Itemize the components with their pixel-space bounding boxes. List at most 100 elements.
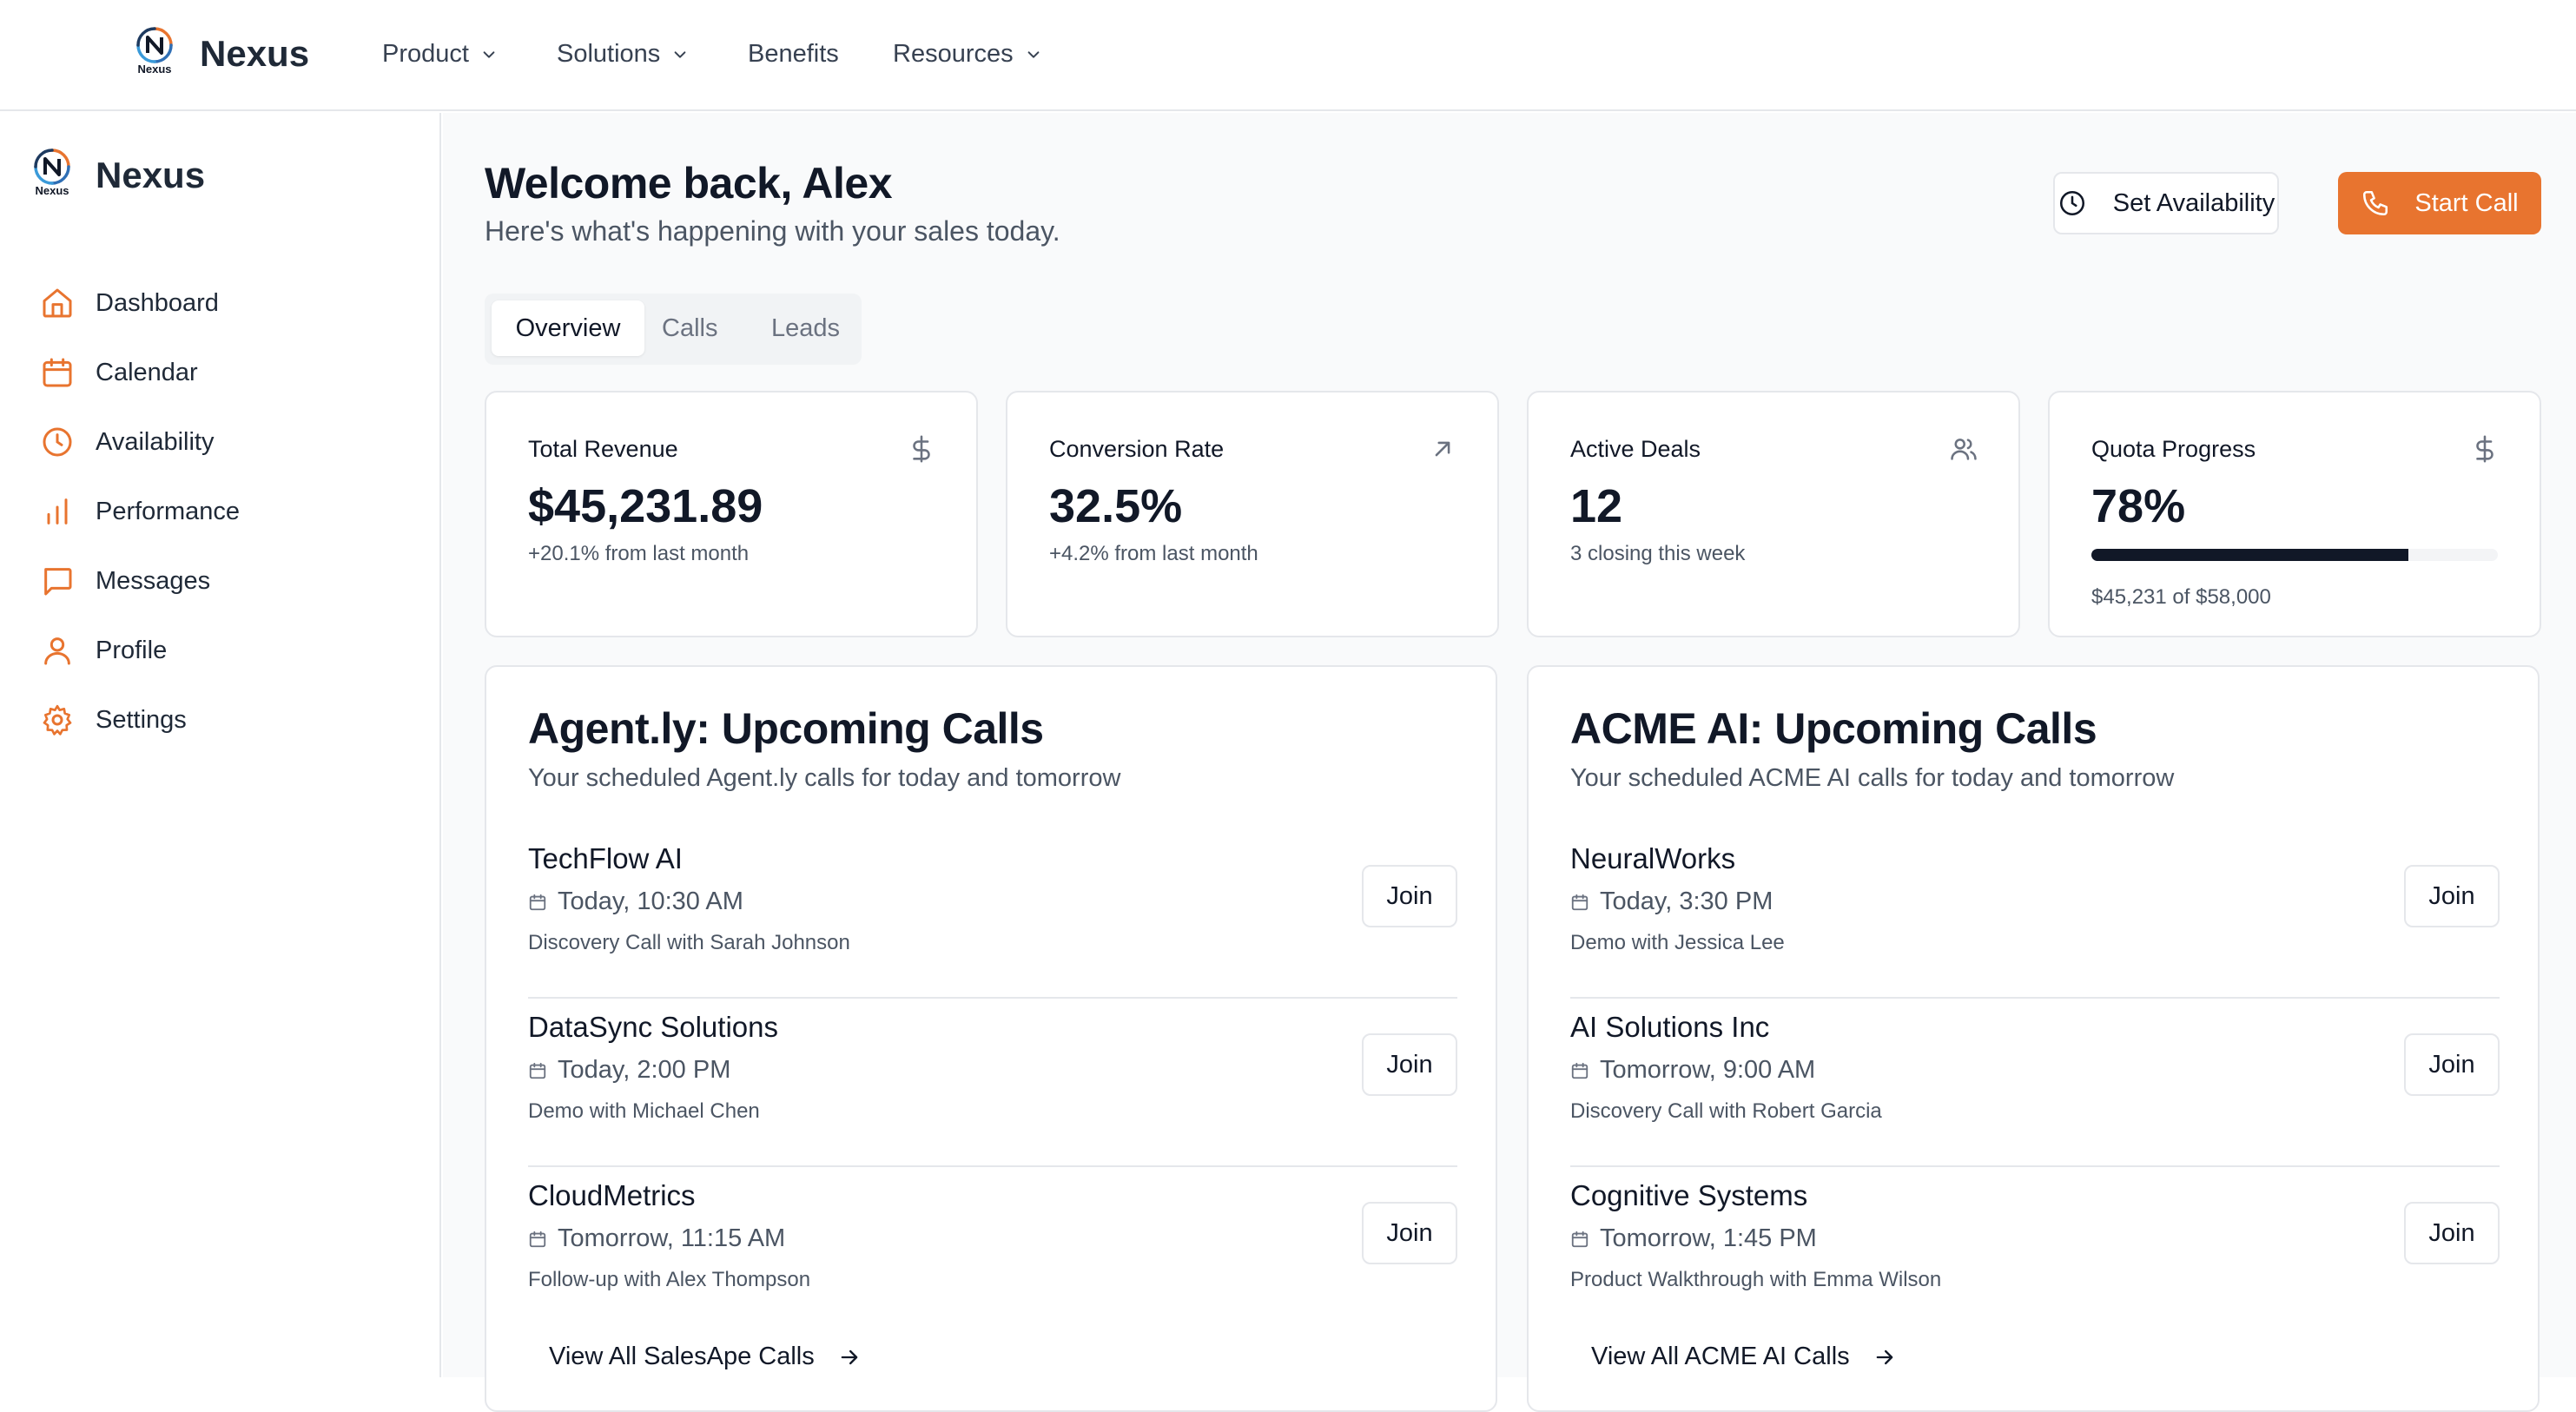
quota-progress-bar (2091, 549, 2498, 561)
brand-name[interactable]: Nexus (200, 33, 309, 75)
logo-text: Nexus (137, 63, 172, 76)
call-time-label: Today, 2:00 PM (558, 1056, 731, 1084)
calendar-icon (529, 1062, 546, 1079)
join-button[interactable]: Join (2404, 1033, 2500, 1096)
set-availability-label: Set Availability (2112, 188, 2275, 217)
join-button[interactable]: Join (1362, 1033, 1457, 1096)
start-call-button[interactable]: Start Call (2338, 172, 2541, 234)
clock-icon (2059, 190, 2084, 216)
dollar-icon (2476, 435, 2493, 463)
call-time-label: Today, 10:30 AM (558, 887, 743, 915)
call-description: Discovery Call with Sarah Johnson (528, 931, 850, 954)
calendar-icon (43, 358, 72, 387)
sidebar-item-label: Settings (96, 705, 187, 734)
nav-solutions[interactable]: Solutions (557, 40, 688, 69)
join-button[interactable]: Join (2404, 1202, 2500, 1264)
calendar-icon (1571, 894, 1589, 910)
agently-upcoming-calls-panel: Agent.ly: Upcoming Calls Your scheduled … (485, 665, 1497, 1412)
stat-card-active-deals: Active Deals 12 3 closing this week (1527, 391, 2020, 637)
call-company: TechFlow AI (528, 842, 683, 874)
nexus-logo[interactable]: Nexus (135, 26, 174, 76)
call-time: Today, 3:30 PM (1570, 887, 1773, 916)
stat-note: $45,231 of $58,000 (2091, 585, 2271, 609)
call-company: CloudMetrics (528, 1179, 696, 1211)
call-description: Follow-up with Alex Thompson (528, 1268, 811, 1291)
chevron-down-icon (1027, 50, 1040, 58)
nav-benefits-label: Benefits (748, 40, 839, 68)
stat-label: Total Revenue (528, 436, 678, 462)
sidebar-item-settings[interactable]: Settings (40, 698, 187, 742)
call-time: Today, 10:30 AM (528, 887, 743, 916)
call-item: NeuralWorks Today, 3:30 PM Demo with Jes… (1570, 830, 2500, 999)
set-availability-button[interactable]: Set Availability (2053, 172, 2279, 234)
stat-note: +20.1% from last month (528, 542, 750, 565)
call-item: DataSync Solutions Today, 2:00 PM Demo w… (528, 999, 1457, 1167)
gear-icon (43, 704, 72, 736)
join-button[interactable]: Join (1362, 865, 1457, 927)
stat-card-quota-progress: Quota Progress 78% $45,231 of $58,000 (2048, 391, 2541, 637)
nexus-logo-icon (34, 148, 70, 185)
stat-label: Quota Progress (2091, 436, 2256, 462)
sidebar-brand-name[interactable]: Nexus (96, 155, 205, 196)
panel-title: Agent.ly: Upcoming Calls (528, 704, 1044, 753)
tab-leads[interactable]: Leads (771, 300, 840, 356)
nav-benefits[interactable]: Benefits (748, 40, 839, 69)
call-time: Today, 2:00 PM (528, 1056, 730, 1085)
nav-resources[interactable]: Resources (893, 40, 1041, 69)
calendar-icon (1571, 1231, 1589, 1247)
calendar-icon (529, 1231, 546, 1247)
bar-chart-icon (47, 498, 68, 525)
call-description: Discovery Call with Robert Garcia (1570, 1099, 1882, 1123)
stat-label: Conversion Rate (1049, 436, 1225, 462)
join-button[interactable]: Join (2404, 865, 2500, 927)
sidebar-item-calendar[interactable]: Calendar (40, 351, 198, 394)
stat-note: +4.2% from last month (1049, 542, 1258, 565)
stat-value: 78% (2091, 480, 2186, 532)
arrow-right-icon (1876, 1349, 1892, 1364)
call-time: Tomorrow, 9:00 AM (1570, 1056, 1815, 1085)
stat-value: 32.5% (1049, 480, 1183, 532)
sidebar-item-dashboard[interactable]: Dashboard (40, 281, 219, 325)
view-all-salesape-calls-link[interactable]: View All SalesApe Calls (549, 1343, 862, 1371)
home-icon (43, 288, 72, 318)
calendar-icon (529, 894, 546, 910)
call-time-label: Tomorrow, 11:15 AM (558, 1224, 786, 1252)
sidebar-item-label: Messages (96, 566, 211, 595)
nav-product-label: Product (382, 40, 469, 68)
call-time-label: Tomorrow, 1:45 PM (1600, 1224, 1817, 1252)
tab-calls[interactable]: Calls (662, 300, 717, 356)
call-time: Tomorrow, 11:15 AM (528, 1224, 785, 1253)
panel-subtitle: Your scheduled Agent.ly calls for today … (528, 764, 1121, 792)
page-subtitle: Here's what's happening with your sales … (485, 215, 1060, 247)
nav-product[interactable]: Product (382, 40, 497, 69)
sidebar-item-availability[interactable]: Availability (40, 420, 214, 464)
join-button[interactable]: Join (1362, 1202, 1457, 1264)
stat-value: 12 (1570, 480, 1623, 532)
call-company: DataSync Solutions (528, 1011, 778, 1043)
sidebar-item-messages[interactable]: Messages (40, 559, 210, 603)
chevron-down-icon (674, 50, 686, 58)
message-icon (44, 568, 72, 596)
call-item: CloudMetrics Tomorrow, 11:15 AM Follow-u… (528, 1167, 1457, 1336)
tab-overview[interactable]: Overview (492, 300, 644, 356)
page-title: Welcome back, Alex (485, 159, 893, 208)
stat-label: Active Deals (1570, 436, 1701, 462)
dollar-icon (913, 435, 930, 463)
acme-ai-upcoming-calls-panel: ACME AI: Upcoming Calls Your scheduled A… (1527, 665, 2540, 1412)
user-icon (44, 637, 70, 665)
nexus-logo[interactable]: Nexus (33, 148, 71, 197)
sidebar-item-label: Profile (96, 636, 168, 664)
sidebar-item-profile[interactable]: Profile (40, 629, 167, 672)
view-all-acme-ai-calls-link[interactable]: View All ACME AI Calls (1591, 1343, 1897, 1371)
view-all-label: View All ACME AI Calls (1591, 1343, 1850, 1370)
stat-card-total-revenue: Total Revenue $45,231.89 +20.1% from las… (485, 391, 978, 637)
call-item: AI Solutions Inc Tomorrow, 9:00 AM Disco… (1570, 999, 2500, 1167)
sidebar-item-performance[interactable]: Performance (40, 490, 240, 533)
nav-resources-label: Resources (893, 40, 1014, 68)
call-description: Product Walkthrough with Emma Wilson (1570, 1268, 1942, 1291)
sidebar-item-label: Calendar (96, 358, 198, 386)
sidebar-item-label: Dashboard (96, 288, 219, 317)
call-item: TechFlow AI Today, 10:30 AM Discovery Ca… (528, 830, 1457, 999)
view-all-label: View All SalesApe Calls (549, 1343, 815, 1370)
quota-progress-fill (2091, 549, 2409, 561)
